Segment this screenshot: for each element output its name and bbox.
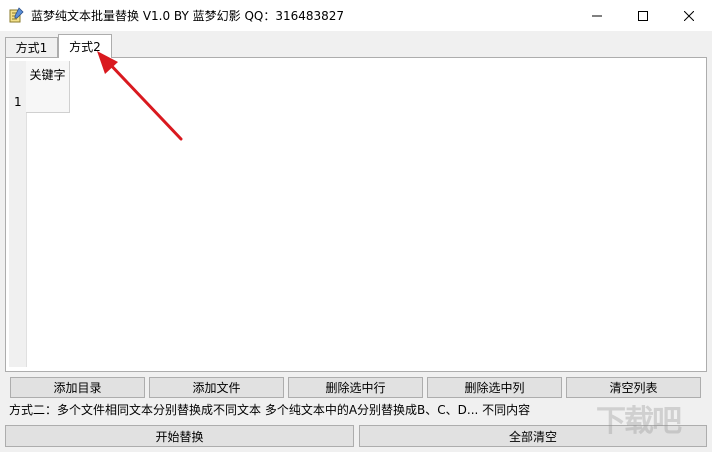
minimize-button[interactable]: [574, 0, 620, 31]
close-icon: [684, 10, 694, 21]
title-bar: 蓝梦纯文本批量替换 V1.0 BY 蓝梦幻影 QQ：316483827: [0, 0, 712, 31]
start-replace-button[interactable]: 开始替换: [5, 425, 354, 447]
row-number: 1: [14, 95, 22, 109]
tab-panel: 关键字 1: [5, 57, 707, 372]
clear-all-button[interactable]: 全部清空: [359, 425, 707, 447]
add-directory-button[interactable]: 添加目录: [10, 377, 145, 398]
minimize-icon: [592, 15, 602, 16]
mode-description: 方式二：多个文件相同文本分别替换成不同文本 多个纯文本中的A分别替换成B、C、D…: [9, 403, 531, 417]
notepad-icon: [9, 7, 24, 23]
delete-selected-column-button[interactable]: 删除选中列: [427, 377, 562, 398]
maximize-icon: [638, 10, 648, 21]
keyword-grid[interactable]: 关键字 1: [9, 61, 702, 367]
tab-mode-2[interactable]: 方式2: [58, 34, 112, 58]
close-button[interactable]: [666, 0, 712, 31]
clear-list-button[interactable]: 清空列表: [566, 377, 701, 398]
delete-selected-row-button[interactable]: 删除选中行: [288, 377, 423, 398]
window-title: 蓝梦纯文本批量替换 V1.0 BY 蓝梦幻影 QQ：316483827: [31, 9, 345, 23]
add-file-button[interactable]: 添加文件: [149, 377, 284, 398]
column-header-keyword[interactable]: 关键字: [26, 61, 70, 113]
maximize-button[interactable]: [620, 0, 666, 31]
tab-mode-1[interactable]: 方式1: [5, 37, 58, 57]
